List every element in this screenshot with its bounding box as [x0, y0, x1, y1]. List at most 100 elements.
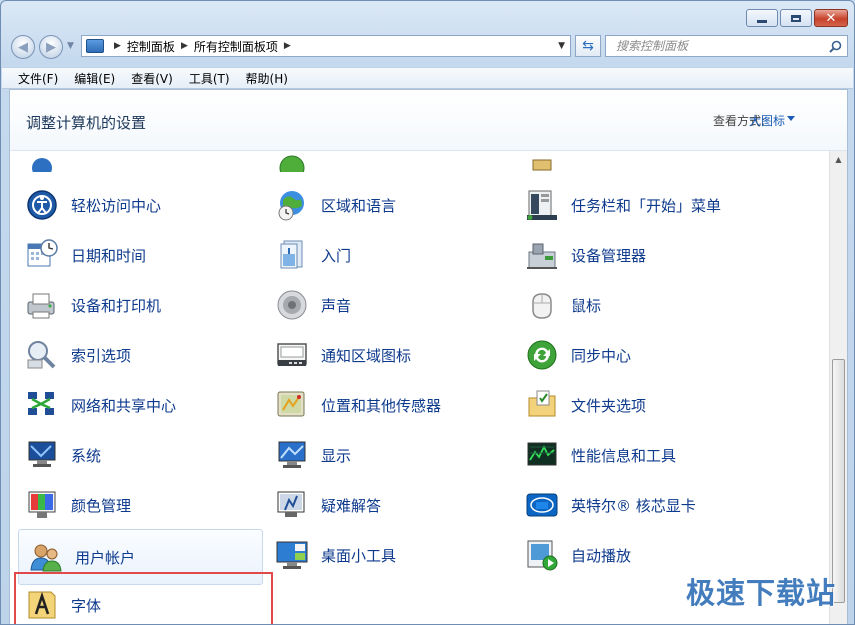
- item-label: 桌面小工具: [321, 546, 397, 565]
- autoplay-icon: [527, 540, 558, 571]
- color-management-icon: [28, 491, 56, 518]
- scrollbar-thumb[interactable]: [832, 359, 845, 603]
- item-ease-of-access[interactable]: 轻松访问中心: [14, 183, 265, 227]
- control-panel-icon: [86, 39, 104, 53]
- caption-buttons: ✕: [746, 9, 848, 27]
- item-fonts[interactable]: 字体: [14, 583, 265, 624]
- item-partial-icon-a[interactable]: [14, 151, 265, 177]
- sync-center-icon: [527, 340, 557, 370]
- vertical-scrollbar[interactable]: ▲: [829, 151, 847, 624]
- item-label: 同步中心: [571, 346, 632, 365]
- item-label: 自动播放: [571, 546, 632, 565]
- intel-graphics-icon: [526, 493, 558, 517]
- item-date-time[interactable]: 日期和时间: [14, 233, 265, 277]
- item-taskbar-start-menu[interactable]: 任务栏和「开始」菜单: [514, 183, 768, 227]
- back-button[interactable]: ◀: [11, 35, 35, 59]
- device-manager-icon: [527, 243, 557, 269]
- display-icon: [278, 441, 306, 468]
- minimize-icon: [757, 19, 767, 23]
- view-mode-link[interactable]: 大图标: [749, 112, 785, 129]
- item-label: 系统: [71, 446, 102, 465]
- address-dropdown-icon[interactable]: ▼: [558, 41, 565, 51]
- item-mouse[interactable]: 鼠标: [514, 283, 768, 327]
- recent-pages-dropdown[interactable]: ▼: [67, 41, 74, 51]
- item-indexing-options[interactable]: 索引选项: [14, 333, 265, 377]
- item-region-language[interactable]: 区域和语言: [264, 183, 506, 227]
- item-network-sharing[interactable]: 网络和共享中心: [14, 383, 265, 427]
- fonts-icon: [28, 591, 56, 619]
- close-button[interactable]: ✕: [814, 9, 848, 27]
- item-sync-center[interactable]: 同步中心: [514, 333, 768, 377]
- minimize-button[interactable]: [746, 9, 778, 27]
- notification-area-icon: [277, 343, 307, 366]
- menu-file[interactable]: 文件(F): [2, 70, 66, 87]
- maximize-button[interactable]: [780, 9, 812, 27]
- content-header: 调整计算机的设置 查看方式: 大图标: [10, 90, 847, 151]
- search-box[interactable]: [605, 35, 848, 57]
- content-pane: 调整计算机的设置 查看方式: 大图标 轻松访问中心 区域和语言 任务栏和「开始」菜单…: [9, 89, 848, 624]
- item-label: 字体: [71, 596, 102, 615]
- item-color-management[interactable]: 颜色管理: [14, 483, 265, 527]
- taskbar-start-menu-icon: [527, 190, 557, 220]
- item-label: 颜色管理: [71, 496, 132, 515]
- item-label: 疑难解答: [321, 496, 382, 515]
- item-label: 任务栏和「开始」菜单: [571, 196, 722, 215]
- scroll-up-icon[interactable]: ▲: [830, 151, 847, 168]
- item-label: 鼠标: [571, 296, 602, 315]
- network-sharing-icon: [28, 392, 54, 415]
- menu-bar: 文件(F) 编辑(E) 查看(V) 工具(T) 帮助(H): [2, 67, 853, 89]
- item-label: 设备和打印机: [71, 296, 162, 315]
- item-label: 位置和其他传感器: [321, 396, 442, 415]
- item-getting-started[interactable]: 入门: [264, 233, 506, 277]
- refresh-button[interactable]: ⇆: [575, 35, 601, 57]
- breadcrumb-separator-icon[interactable]: ▶: [284, 41, 291, 51]
- item-label: 文件夹选项: [571, 396, 647, 415]
- back-arrow-icon: ◀: [18, 39, 28, 55]
- folder-options-icon: [528, 390, 556, 417]
- devices-printers-icon: [27, 293, 55, 319]
- item-label: 轻松访问中心: [71, 196, 162, 215]
- item-system[interactable]: 系统: [14, 433, 265, 477]
- mouse-icon: [532, 293, 552, 319]
- item-notification-area[interactable]: 通知区域图标: [264, 333, 506, 377]
- sound-icon: [277, 290, 307, 320]
- troubleshooting-icon: [277, 491, 305, 517]
- chevron-down-icon[interactable]: [787, 116, 795, 121]
- system-icon: [28, 441, 56, 467]
- date-time-icon: [27, 239, 58, 267]
- address-bar[interactable]: ▶ 控制面板 ▶ 所有控制面板项 ▶ ▼: [81, 35, 571, 57]
- item-devices-printers[interactable]: 设备和打印机: [14, 283, 265, 327]
- item-troubleshooting[interactable]: 疑难解答: [264, 483, 506, 527]
- menu-edit[interactable]: 编辑(E): [66, 70, 123, 87]
- performance-icon: [527, 442, 557, 466]
- item-sound[interactable]: 声音: [264, 283, 506, 327]
- menu-tools[interactable]: 工具(T): [181, 70, 238, 87]
- search-input[interactable]: [614, 38, 818, 54]
- getting-started-icon: [280, 240, 303, 269]
- item-device-manager[interactable]: 设备管理器: [514, 233, 768, 277]
- item-partial-icon-c[interactable]: [514, 151, 768, 177]
- item-location-sensors[interactable]: 位置和其他传感器: [264, 383, 506, 427]
- item-user-accounts[interactable]: 用户帐户: [18, 529, 263, 585]
- partial-icon-b: [279, 155, 305, 172]
- item-partial-icon-b[interactable]: [264, 151, 506, 177]
- item-performance[interactable]: 性能信息和工具: [514, 433, 768, 477]
- menu-view[interactable]: 查看(V): [123, 70, 181, 87]
- menu-help[interactable]: 帮助(H): [238, 70, 296, 87]
- item-desktop-gadgets[interactable]: 桌面小工具: [264, 533, 506, 577]
- search-icon[interactable]: [829, 40, 842, 53]
- item-label: 声音: [321, 296, 352, 315]
- item-folder-options[interactable]: 文件夹选项: [514, 383, 768, 427]
- item-label: 区域和语言: [321, 196, 397, 215]
- item-intel-graphics[interactable]: 英特尔® 核芯显卡: [514, 483, 768, 527]
- breadcrumb-separator-icon[interactable]: ▶: [181, 41, 188, 51]
- item-label: 网络和共享中心: [71, 396, 177, 415]
- item-label: 设备管理器: [571, 246, 647, 265]
- page-title: 调整计算机的设置: [26, 114, 147, 132]
- breadcrumb-all-items[interactable]: 所有控制面板项: [194, 38, 278, 55]
- forward-button[interactable]: ▶: [39, 35, 63, 59]
- partial-icon-c: [532, 159, 552, 171]
- breadcrumb-control-panel[interactable]: 控制面板: [127, 38, 175, 55]
- breadcrumb-separator-icon[interactable]: ▶: [114, 41, 121, 51]
- item-display[interactable]: 显示: [264, 433, 506, 477]
